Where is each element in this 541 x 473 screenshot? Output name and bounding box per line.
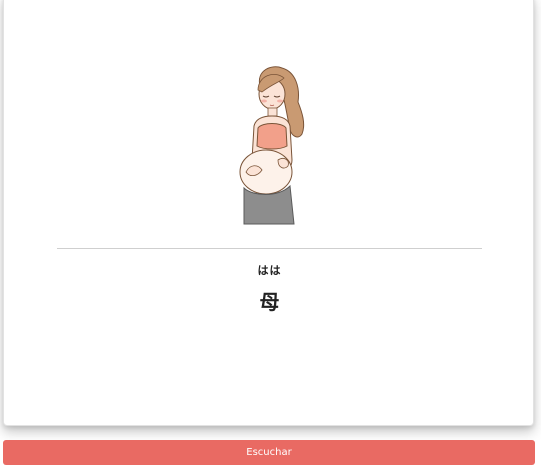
kanji-character: 母	[259, 290, 280, 314]
listen-button[interactable]: Escuchar	[3, 440, 535, 465]
flashcard: はは 母	[3, 0, 534, 426]
pregnant-woman-illustration	[239, 66, 305, 225]
app-viewport: はは 母 Escuchar	[0, 0, 541, 473]
card-divider	[57, 248, 482, 249]
kana-reading: はは	[257, 264, 282, 277]
